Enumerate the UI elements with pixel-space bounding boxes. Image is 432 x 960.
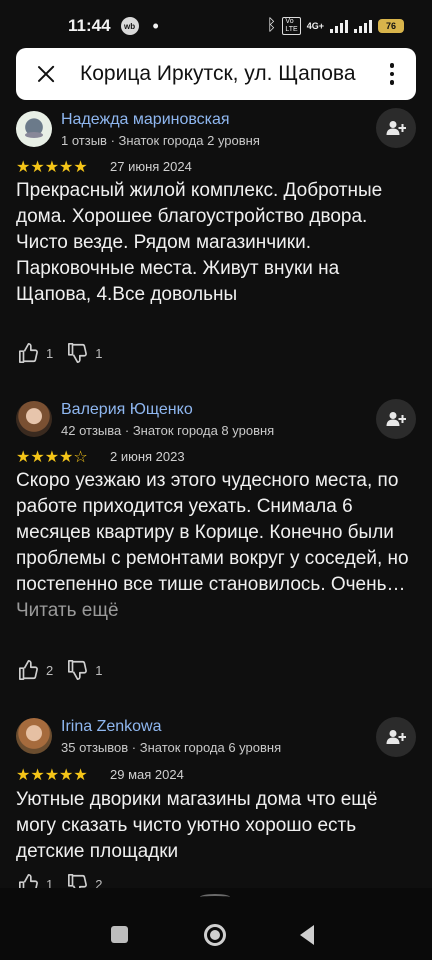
- thumbs-up-icon: [19, 660, 38, 680]
- subscribe-button[interactable]: [376, 108, 416, 148]
- search-bar[interactable]: Корица Иркутск, ул. Щапова: [16, 48, 416, 100]
- review-date: 27 июня 2024: [110, 159, 192, 174]
- reviews-list[interactable]: Надежда мариновская 1 отзыв · Знаток гор…: [0, 102, 432, 888]
- author-name[interactable]: Валерия Ющенко: [61, 401, 193, 419]
- dislike-button[interactable]: 1: [67, 659, 102, 681]
- home-button[interactable]: [204, 924, 226, 946]
- like-button[interactable]: 2: [18, 659, 53, 681]
- rating-stars: ★★★★☆: [16, 449, 88, 466]
- like-count: 1: [46, 345, 54, 361]
- dislike-count: 1: [95, 662, 103, 678]
- review-card: Irina Zenkowa 35 отзывов · Знаток города…: [0, 715, 432, 888]
- status-time: 11:44: [68, 16, 111, 35]
- author-meta: 42 отзыва · Знаток города 8 уровня: [61, 423, 275, 438]
- network-type-label: 4G+: [306, 20, 324, 31]
- add-user-icon: [386, 730, 406, 744]
- reactions: 2 1: [18, 659, 116, 681]
- dislike-button[interactable]: 1: [67, 342, 102, 364]
- like-count: 2: [46, 662, 54, 678]
- review-text-body: Скоро уезжаю из этого чудесного места, п…: [16, 470, 409, 595]
- more-vertical-icon[interactable]: [382, 63, 402, 85]
- close-icon[interactable]: [34, 62, 58, 86]
- reactions: 1 2: [18, 873, 116, 888]
- rating-stars: ★★★★★: [16, 159, 88, 176]
- avatar[interactable]: [16, 718, 52, 754]
- dislike-count: 2: [95, 876, 103, 889]
- recent-apps-button[interactable]: [111, 926, 128, 943]
- author-name[interactable]: Irina Zenkowa: [61, 718, 162, 736]
- subscribe-button[interactable]: [376, 399, 416, 439]
- thumbs-up-icon: [19, 343, 38, 363]
- author-name[interactable]: Надежда мариновская: [61, 111, 230, 129]
- thumbs-down-icon: [68, 660, 88, 680]
- add-user-icon: [386, 412, 406, 426]
- status-bar: 11:44 wb • ᛒ Vo LTE 4G+ 76: [0, 0, 432, 52]
- drag-handle[interactable]: [200, 894, 230, 900]
- search-input[interactable]: Корица Иркутск, ул. Щапова: [80, 62, 376, 86]
- thumbs-down-icon: [68, 874, 88, 888]
- subscribe-button[interactable]: [376, 717, 416, 757]
- review-date: 29 мая 2024: [110, 767, 184, 782]
- volte-icon: Vo LTE: [282, 17, 301, 35]
- review-card: Валерия Ющенко 42 отзыва · Знаток города…: [0, 397, 432, 697]
- reactions: 1 1: [18, 342, 116, 364]
- avatar[interactable]: [16, 111, 52, 147]
- bluetooth-icon: ᛒ: [266, 17, 277, 34]
- system-nav-bar: [0, 888, 432, 960]
- battery-icon: 76: [378, 19, 404, 33]
- signal-icon: [330, 19, 348, 33]
- review-text: Уютные дворики магазины дома что ещё мог…: [16, 789, 378, 862]
- status-icons: ᛒ Vo LTE 4G+ 76: [267, 17, 404, 35]
- like-button[interactable]: 1: [18, 342, 53, 364]
- avatar[interactable]: [16, 401, 52, 437]
- thumbs-up-icon: [19, 874, 38, 888]
- review-card: Надежда мариновская 1 отзыв · Знаток гор…: [0, 102, 432, 372]
- author-meta: 35 отзывов · Знаток города 6 уровня: [61, 740, 282, 755]
- review-text: Прекрасный жилой комплекс. Добротные дом…: [16, 180, 383, 305]
- dislike-count: 1: [95, 345, 103, 361]
- rating-stars: ★★★★★: [16, 767, 88, 784]
- dislike-button[interactable]: 2: [67, 873, 102, 888]
- review-date: 2 июня 2023: [110, 449, 185, 464]
- wildberries-app-icon: wb: [120, 17, 139, 35]
- review-text: Скоро уезжаю из этого чудесного места, п…: [16, 468, 416, 624]
- signal-icon-2: [354, 19, 372, 33]
- like-button[interactable]: 1: [18, 873, 53, 888]
- thumbs-down-icon: [68, 343, 88, 363]
- author-meta: 1 отзыв · Знаток города 2 уровня: [61, 133, 260, 148]
- like-count: 1: [46, 876, 54, 889]
- read-more-link[interactable]: Читать ещё: [16, 600, 119, 621]
- back-button[interactable]: [300, 925, 314, 945]
- add-user-icon: [386, 121, 406, 135]
- notification-dot: •: [152, 15, 159, 36]
